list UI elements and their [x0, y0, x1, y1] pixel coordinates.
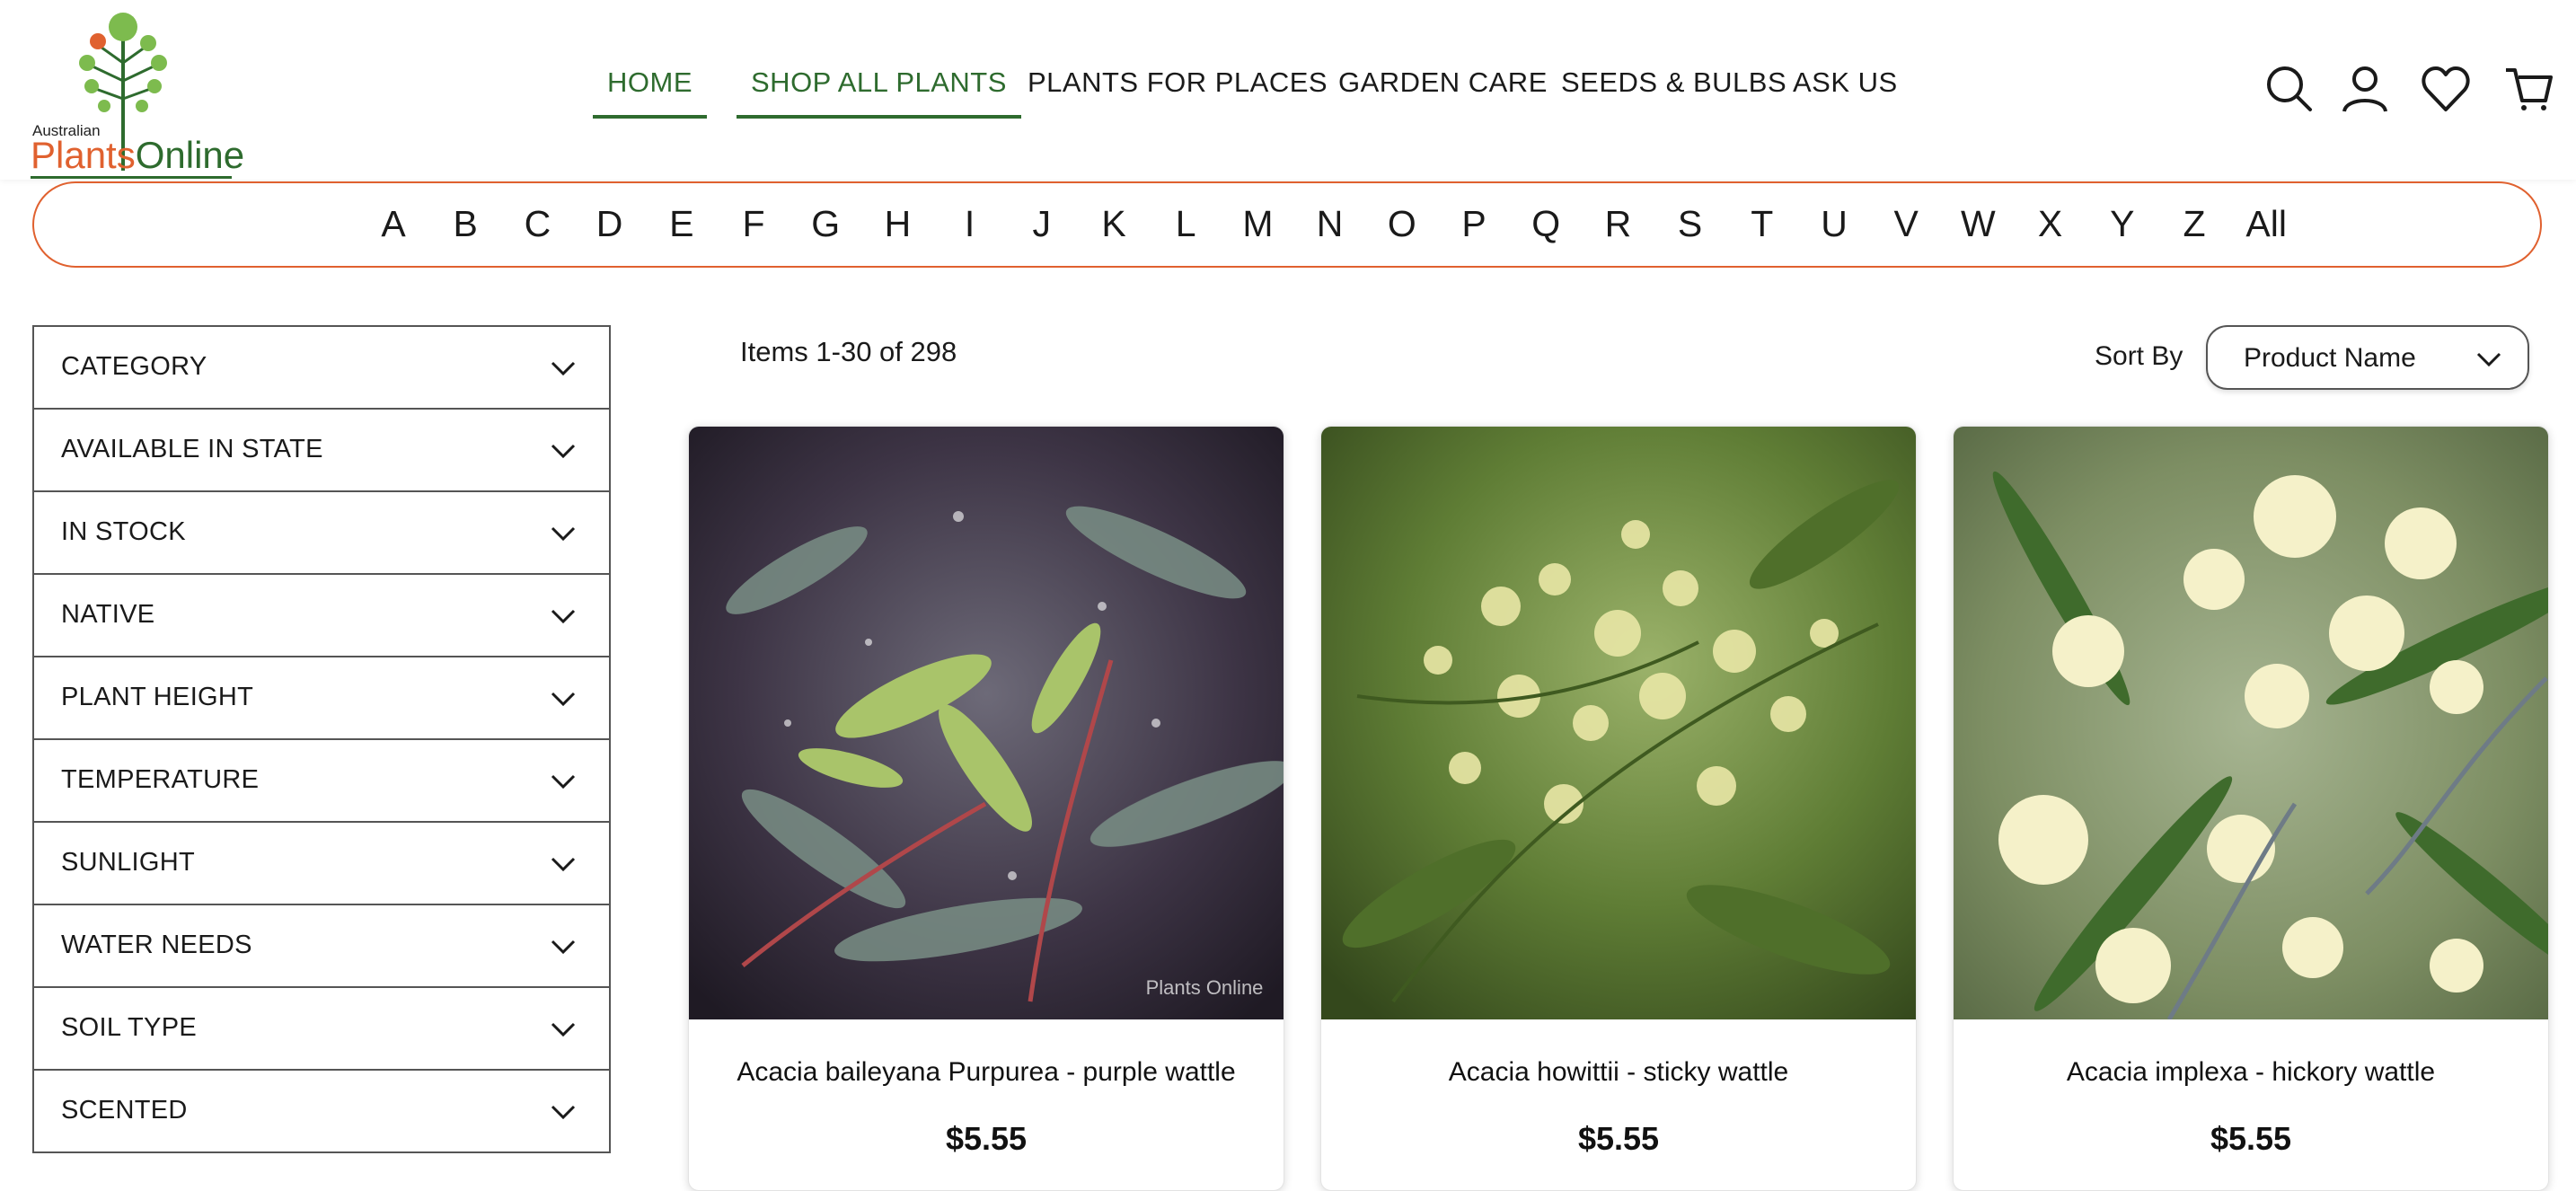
items-count: Items 1-30 of 298: [740, 336, 957, 367]
chevron-down-icon: [551, 361, 576, 376]
chevron-down-icon: [551, 774, 576, 790]
product-card[interactable]: Plants Online Acacia baileyana Purpurea …: [688, 426, 1284, 1191]
filter-label: NATIVE: [61, 600, 155, 629]
logo-wordmark: PlantsOnline: [31, 135, 244, 176]
product-name[interactable]: Acacia howittii - sticky wattle: [1321, 1057, 1916, 1088]
chevron-down-icon: [551, 1022, 576, 1037]
product-name[interactable]: Acacia baileyana Purpurea - purple wattl…: [689, 1057, 1284, 1088]
alphabet-letter-k[interactable]: K: [1101, 203, 1125, 245]
filter-plant-height[interactable]: PLANT HEIGHT: [32, 657, 611, 740]
alphabet-letter-j[interactable]: J: [1033, 203, 1052, 245]
filter-sunlight[interactable]: SUNLIGHT: [32, 823, 611, 905]
alphabet-letter-w[interactable]: W: [1961, 203, 1996, 245]
filter-label: WATER NEEDS: [61, 931, 252, 959]
alphabet-letter-o[interactable]: O: [1388, 203, 1416, 245]
filter-water-needs[interactable]: WATER NEEDS: [32, 905, 611, 988]
filter-label: CATEGORY: [61, 352, 207, 381]
filter-label: SUNLIGHT: [61, 848, 196, 877]
filter-label: SCENTED: [61, 1096, 188, 1125]
filter-label: IN STOCK: [61, 517, 186, 546]
product-card[interactable]: Acacia implexa - hickory wattle $5.55: [1953, 426, 2549, 1191]
sort-select[interactable]: Product Name: [2206, 325, 2529, 390]
alphabet-letter-q[interactable]: Q: [1531, 203, 1560, 245]
alphabet-letter-x[interactable]: X: [2038, 203, 2062, 245]
alphabet-letter-s[interactable]: S: [1678, 203, 1702, 245]
filter-label: AVAILABLE IN STATE: [61, 435, 323, 463]
alphabet-letter-h[interactable]: H: [885, 203, 912, 245]
account-icon[interactable]: [2339, 63, 2391, 115]
alphabet-letter-m[interactable]: M: [1242, 203, 1273, 245]
alphabet-letter-u[interactable]: U: [1821, 203, 1848, 245]
alphabet-letters: A B C D E F G H I J K L M N O P Q R S T U V W X Y Z All: [34, 183, 2540, 266]
alphabet-letter-n[interactable]: N: [1317, 203, 1344, 245]
site-header: Australian PlantsOnline HOME SHOP ALL PL…: [0, 0, 2576, 180]
alphabet-letter-b[interactable]: B: [454, 203, 478, 245]
chevron-down-icon: [551, 444, 576, 459]
alphabet-letter-a[interactable]: A: [381, 203, 405, 245]
chevron-down-icon: [551, 940, 576, 955]
alphabet-letter-all[interactable]: All: [2245, 203, 2287, 245]
filter-label: SOIL TYPE: [61, 1013, 197, 1042]
logo-word-plants: Plants: [31, 134, 136, 176]
alphabet-letter-g[interactable]: G: [811, 203, 840, 245]
filter-available-in-state[interactable]: AVAILABLE IN STATE: [32, 410, 611, 492]
filter-category[interactable]: CATEGORY: [32, 325, 611, 410]
nav-home[interactable]: HOME: [593, 66, 707, 119]
alphabet-letter-v[interactable]: V: [1894, 203, 1919, 245]
alphabet-letter-z[interactable]: Z: [2183, 203, 2205, 245]
filter-label: TEMPERATURE: [61, 765, 260, 794]
chevron-down-icon: [2476, 352, 2501, 367]
product-card[interactable]: Acacia howittii - sticky wattle $5.55: [1320, 426, 1917, 1191]
product-name[interactable]: Acacia implexa - hickory wattle: [1954, 1057, 2548, 1088]
alphabet-letter-l[interactable]: L: [1176, 203, 1196, 245]
chevron-down-icon: [551, 857, 576, 872]
filter-in-stock[interactable]: IN STOCK: [32, 492, 611, 575]
alphabet-letter-t[interactable]: T: [1751, 203, 1773, 245]
nav-garden-care[interactable]: GARDEN CARE: [1324, 66, 1562, 115]
sort-selected-value: Product Name: [2244, 343, 2416, 373]
alphabet-letter-e[interactable]: E: [669, 203, 693, 245]
filter-native[interactable]: NATIVE: [32, 575, 611, 657]
chevron-down-icon: [551, 609, 576, 624]
site-logo[interactable]: Australian PlantsOnline: [31, 9, 244, 179]
wishlist-heart-icon[interactable]: [2420, 63, 2472, 115]
nav-ask-us[interactable]: ASK US: [1778, 66, 1912, 115]
alphabet-letter-c[interactable]: C: [525, 203, 551, 245]
logo-underline: [31, 176, 232, 179]
filter-scented[interactable]: SCENTED: [32, 1071, 611, 1153]
nav-seeds-bulbs[interactable]: SEEDS & BULBS: [1547, 66, 1801, 115]
nav-shop-all-plants[interactable]: SHOP ALL PLANTS: [737, 66, 1021, 119]
product-image[interactable]: [1321, 427, 1916, 1019]
product-price: $5.55: [2210, 1120, 2292, 1157]
filter-sidebar: CATEGORY AVAILABLE IN STATE IN STOCK NATIVE…: [32, 325, 611, 1153]
nav-plants-for-places[interactable]: PLANTS FOR PLACES: [1013, 66, 1342, 115]
product-price: $5.55: [1577, 1120, 1660, 1157]
alphabet-letter-d[interactable]: D: [596, 203, 623, 245]
alphabet-filter-bar: A B C D E F G H I J K L M N O P Q R S T U V W X Y Z All: [32, 181, 2542, 268]
alphabet-letter-f[interactable]: F: [742, 203, 764, 245]
product-price: $5.55: [945, 1120, 1028, 1157]
cart-icon[interactable]: [2502, 63, 2554, 115]
chevron-down-icon: [551, 692, 576, 707]
alphabet-letter-i[interactable]: I: [965, 203, 975, 245]
product-image[interactable]: [1954, 427, 2548, 1019]
sort-label: Sort By: [2095, 341, 2183, 371]
filter-label: PLANT HEIGHT: [61, 683, 254, 711]
filter-soil-type[interactable]: SOIL TYPE: [32, 988, 611, 1071]
alphabet-letter-p[interactable]: P: [1461, 203, 1486, 245]
product-image[interactable]: Plants Online: [689, 427, 1284, 1019]
alphabet-letter-r[interactable]: R: [1605, 203, 1632, 245]
search-icon[interactable]: [2263, 63, 2316, 115]
logo-word-online: Online: [135, 134, 245, 176]
chevron-down-icon: [551, 1105, 576, 1120]
image-watermark: Plants Online: [1146, 976, 1264, 999]
chevron-down-icon: [551, 526, 576, 542]
alphabet-letter-y[interactable]: Y: [2110, 203, 2134, 245]
filter-temperature[interactable]: TEMPERATURE: [32, 740, 611, 823]
